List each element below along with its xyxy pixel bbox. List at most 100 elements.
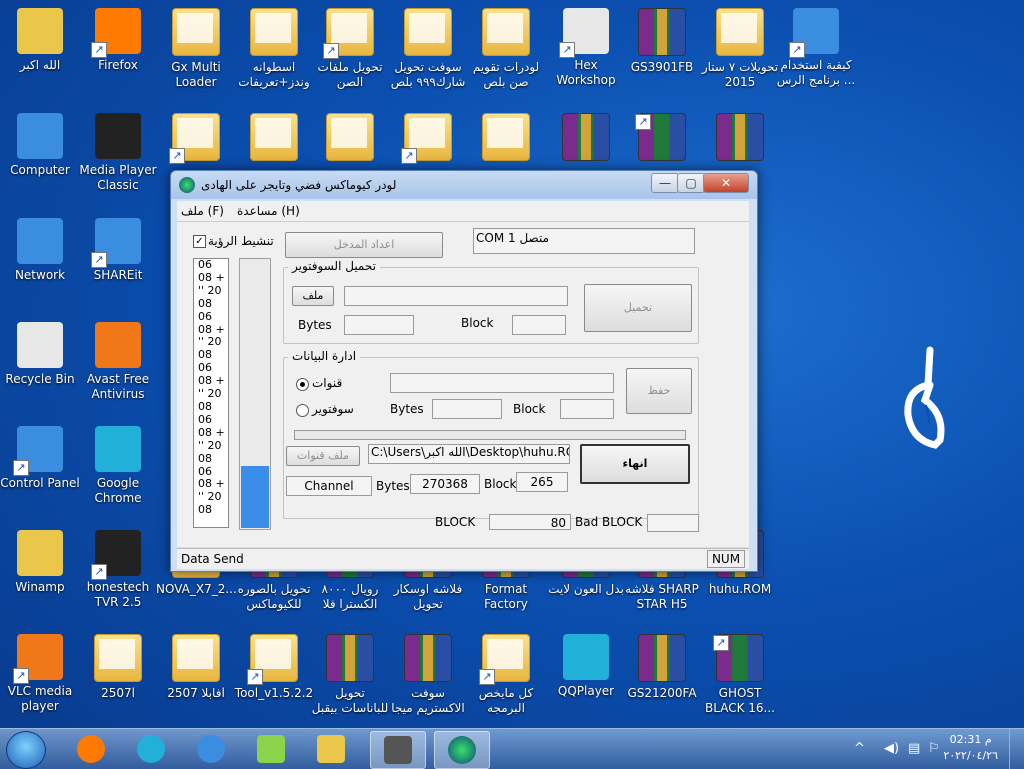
window-client: ✓ تنشيط الرؤية اعداد المدخل COM 1 متصل 0… [177, 222, 749, 547]
show-desktop-button[interactable] [1009, 729, 1024, 769]
menu-file[interactable]: ملف (F) [181, 204, 224, 218]
data-block-field [560, 399, 614, 419]
desktop-icon[interactable]: لودرات تقويم صن بلص [466, 0, 546, 96]
save-button[interactable]: حفظ [626, 368, 692, 414]
desktop-icon[interactable]: Tool_v1.5.2.2 [234, 626, 314, 722]
taskbar-media[interactable] [370, 731, 426, 769]
desktop-icon-label: SHAREit [93, 268, 143, 282]
desktop-icon[interactable]: Winamp [0, 522, 80, 618]
folder-icon [250, 8, 298, 56]
desktop-icon[interactable]: Media Player Classic [78, 105, 158, 201]
port-status-field: COM 1 متصل [473, 228, 695, 254]
desktop-icon[interactable]: Recycle Bin [0, 314, 80, 410]
desktop-icon[interactable]: اسطوانه وندز+تعريفات [234, 0, 314, 96]
desktop-icon[interactable]: Control Panel [0, 418, 80, 514]
desktop-icon[interactable]: تحويل للباناسات بيقبل م 9090 [310, 626, 390, 722]
visibility-checkbox[interactable]: ✓ [193, 235, 206, 248]
channels-radio[interactable] [296, 378, 309, 391]
desktop-icon-label: تحويل بالصوره للكيوماكس XRD [237, 582, 311, 614]
network-icon[interactable]: ▤ [908, 741, 920, 756]
software-path-field[interactable] [344, 286, 568, 306]
log-row: 08 [198, 399, 212, 413]
app6-icon [95, 322, 141, 368]
minimize-button[interactable]: — [651, 173, 679, 193]
menu-help[interactable]: مساعدة (H) [237, 204, 300, 218]
folder-icon [169, 113, 220, 164]
taskbar-explorer[interactable] [304, 731, 358, 767]
desktop-icon[interactable]: QQPlayer [546, 626, 626, 722]
desktop-icon[interactable]: تحويلات ٧ ستار 2015 [700, 0, 780, 96]
software-file-button[interactable]: ملف [292, 286, 334, 306]
data-path-field-top[interactable] [390, 373, 614, 393]
input-settings-button[interactable]: اعداد المدخل [285, 232, 443, 258]
start-button[interactable] [6, 731, 46, 769]
desktop-icon[interactable]: VLC media player [0, 626, 80, 722]
folder-icon [401, 113, 452, 164]
window-titlebar[interactable]: لودر كيوماكس فضي وتايجر على الهادى — ▢ ✕ [171, 171, 757, 199]
visibility-checkbox-label: تنشيط الرؤية [208, 234, 274, 248]
desktop-icon[interactable]: Avast Free Antivirus [78, 314, 158, 410]
taskbar-chrome[interactable] [124, 731, 178, 767]
menu-bar: ملف (F) مساعدة (H) [177, 201, 749, 222]
clock-time: م 02:31 [949, 733, 992, 746]
desktop-icon[interactable]: كيفية استخدام برنامج الرس ... [776, 0, 856, 96]
desktop-icon[interactable]: Firefox [78, 0, 158, 96]
folder-icon [172, 634, 220, 682]
maximize-button[interactable]: ▢ [677, 173, 705, 193]
loader-window: لودر كيوماكس فضي وتايجر على الهادى — ▢ ✕… [170, 170, 758, 572]
finish-button[interactable]: انهاء [580, 444, 690, 484]
arrow-up-icon[interactable]: ^ [854, 741, 865, 756]
desktop-icon-label: Avast Free Antivirus [86, 372, 150, 401]
app3-icon [559, 8, 609, 58]
desktop-icon[interactable]: الله اكبر [0, 0, 80, 96]
bytes2-label: Bytes [376, 479, 410, 493]
desktop-icon[interactable]: Gx Multi Loader V1.051 [156, 0, 236, 96]
desktop-icon[interactable]: Hex Workshop [546, 0, 626, 96]
desktop-icon[interactable]: Network [0, 210, 80, 306]
taskbar-firefox[interactable] [64, 731, 118, 767]
block2-field: 265 [516, 472, 568, 492]
folder-icon [250, 113, 298, 161]
taskbar-loader[interactable] [434, 731, 490, 769]
folder-icon [247, 634, 298, 685]
desktop-icon[interactable]: سوفت تحويل شارك٩٩٩ بلص [388, 0, 468, 96]
log-row: 08 + [198, 425, 225, 439]
software-radio[interactable] [296, 404, 309, 417]
desktop-icon[interactable]: سوفت الاكستريم ميجا 4 [388, 626, 468, 722]
desktop-icon[interactable]: Computer [0, 105, 80, 201]
data-management-group: ادارة البيانات قنوات سوفتوير Bytes Block… [283, 349, 699, 519]
clock[interactable]: م 02:31 ٢٠٢٢/٠٤/٢٦ [943, 732, 998, 764]
load-button[interactable]: تحميل [584, 284, 692, 332]
desktop-icon[interactable]: GS21200FA [622, 626, 702, 722]
close-button[interactable]: ✕ [703, 173, 749, 193]
data-group-title: ادارة البيانات [288, 349, 361, 363]
system-tray: ^ ◀) ▤ ⚐ م 02:31 ٢٠٢٢/٠٤/٢٦ [824, 729, 1024, 769]
desktop-icon[interactable]: فابلا 2507l [156, 626, 236, 722]
app4-icon [95, 113, 141, 159]
rar-icon [713, 634, 764, 682]
rom-path-field[interactable]: C:\Users\الله اكبر\Desktop\huhu.ROM [368, 444, 570, 464]
desktop-icon-label: سوفت تحويل شارك٩٩٩ بلص [390, 60, 466, 89]
taskbar-browser[interactable] [184, 731, 238, 767]
desktop-icon[interactable]: Google Chrome [78, 418, 158, 514]
taskbar: ^ ◀) ▤ ⚐ م 02:31 ٢٠٢٢/٠٤/٢٦ [0, 728, 1024, 769]
speaker-icon[interactable]: ◀) [884, 741, 899, 756]
log-list[interactable]: 06 08 + '' 20 08 06 08 + '' 20 08 06 08 + '' 20 08 0… [193, 258, 229, 528]
log-row: 08 + [198, 270, 225, 284]
desktop-icon[interactable]: كل مايخص البرمجه [466, 626, 546, 722]
vertical-progress-bar [239, 258, 271, 530]
desktop-icon-label: Media Player Classic [79, 163, 157, 192]
flag-icon[interactable]: ⚐ [928, 741, 940, 756]
taskbar-hao123[interactable] [244, 731, 298, 767]
desktop-icon[interactable]: SHAREit [78, 210, 158, 306]
desktop-icon[interactable]: GS3901FB [622, 0, 702, 96]
desktop-icon[interactable]: GHOST BLACK 16... [700, 626, 780, 722]
software-bytes-label: Bytes [298, 318, 332, 332]
desktop-icon[interactable]: 2507l [78, 626, 158, 722]
desktop-icon[interactable]: تحويل ملفات الصن [310, 0, 390, 96]
desktop-icon-label: Format Factory [484, 582, 528, 611]
app5-icon [95, 426, 141, 472]
channel-file-button[interactable]: ملف قنوات [286, 446, 360, 466]
desktop-icon-label: Winamp [15, 580, 65, 594]
desktop-icon[interactable]: honestech TVR 2.5 [78, 522, 158, 618]
